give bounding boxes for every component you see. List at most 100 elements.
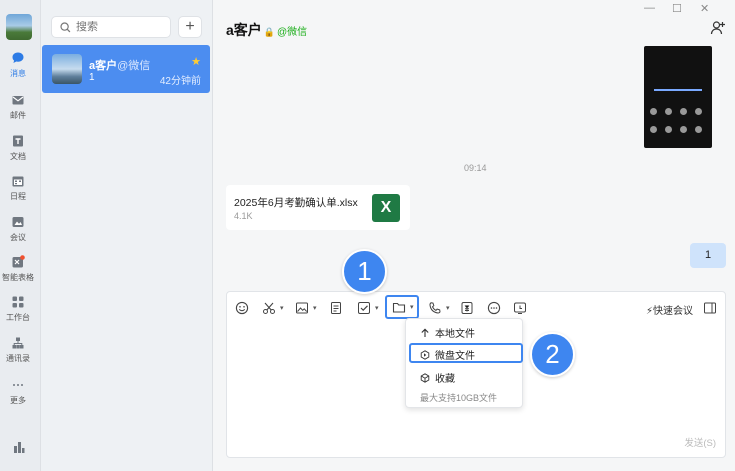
sent-message[interactable]: 1 <box>690 243 726 268</box>
image-message[interactable] <box>644 46 712 148</box>
smart-table-icon <box>12 255 25 268</box>
phone-icon[interactable] <box>428 301 444 317</box>
file-size: 4.1K <box>234 211 253 221</box>
quick-meeting-button[interactable]: ⚡快速会议 <box>646 302 693 317</box>
rail-item-label: 消息 <box>10 69 26 78</box>
rail-item-meeting[interactable]: 会议 <box>0 215 36 243</box>
rail-item-label: 通讯录 <box>6 354 30 363</box>
schedule-message-icon[interactable] <box>513 301 529 317</box>
image-slider-bar <box>654 89 702 91</box>
image-dot <box>695 126 702 133</box>
lock-icon: 🔒 <box>263 27 276 37</box>
cloud-drive-icon <box>420 350 430 360</box>
step-badge-2: 2 <box>530 332 575 377</box>
menu-item-weipan-file[interactable]: 微盘文件 <box>420 347 475 362</box>
folder-icon[interactable] <box>392 300 408 316</box>
document-icon[interactable] <box>329 301 345 317</box>
stats-icon[interactable] <box>12 440 26 454</box>
excel-file-icon: X <box>372 194 400 222</box>
chat-header: a客户 🔒 @微信 <box>226 20 307 40</box>
conversation-list: + a客户@微信 1 42分钟前 ★ <box>41 0 213 471</box>
step-badge-1: 1 <box>342 249 387 294</box>
lightning-icon: ⚡ <box>645 306 653 317</box>
rail-item-mail[interactable]: 邮件 <box>0 93 36 121</box>
phone-dropdown-caret[interactable]: ▾ <box>446 304 450 312</box>
file-dropdown-menu: 本地文件 微盘文件 收藏 最大支持10GB文件 <box>405 318 523 408</box>
rail-item-label: 更多 <box>10 396 26 405</box>
calendar-icon <box>12 176 24 187</box>
chat-icon <box>12 52 24 63</box>
add-member-icon[interactable] <box>710 20 726 36</box>
chat-title: a客户 <box>226 22 262 38</box>
rail-item-messages[interactable]: 消息 <box>0 51 36 79</box>
upload-arrow-icon <box>421 328 429 337</box>
image-dot <box>680 126 687 133</box>
contact-avatar <box>52 54 82 84</box>
window-maximize-button[interactable]: ☐ <box>672 2 682 15</box>
image-dot <box>665 126 672 133</box>
user-avatar[interactable] <box>6 14 32 40</box>
workbench-icon <box>12 296 24 308</box>
conversation-item-a-client[interactable]: a客户@微信 1 42分钟前 ★ <box>42 45 210 93</box>
rail-item-calendar[interactable]: 日程 <box>0 174 36 202</box>
emoji-icon[interactable] <box>235 301 251 317</box>
meeting-icon <box>12 217 24 227</box>
conversation-time: 42分钟前 <box>159 76 201 87</box>
chat-source: @微信 <box>277 27 308 38</box>
message-timestamp: 09:14 <box>464 163 487 173</box>
max-file-size-note: 最大支持10GB文件 <box>420 393 498 403</box>
image-icon[interactable] <box>295 301 311 317</box>
image-dot <box>695 108 702 115</box>
search-input[interactable] <box>76 21 166 33</box>
more-icon <box>13 384 23 386</box>
image-dot <box>665 108 672 115</box>
send-button[interactable]: 发送(S) <box>684 435 716 449</box>
menu-item-label: 本地文件 <box>435 329 475 340</box>
rail-item-label: 会议 <box>10 233 26 242</box>
left-rail: 消息 邮件 文档 日程 会议 智能表格 工作台 通讯录 更多 <box>0 0 41 471</box>
menu-item-favorites[interactable]: 收藏 <box>420 370 455 385</box>
rail-item-workbench[interactable]: 工作台 <box>0 295 36 323</box>
rail-item-contacts[interactable]: 通讯录 <box>0 336 36 364</box>
favorite-box-icon <box>420 373 430 383</box>
menu-item-label: 微盘文件 <box>435 351 475 362</box>
image-dropdown-caret[interactable]: ▾ <box>313 304 317 312</box>
file-message[interactable]: 2025年6月考勤确认单.xlsx 4.1K X <box>226 185 410 230</box>
rail-item-label: 智能表格 <box>2 273 34 282</box>
quick-meeting-label: 快速会议 <box>653 306 693 317</box>
mail-icon <box>12 96 24 105</box>
rail-item-label: 邮件 <box>10 111 26 120</box>
star-icon: ★ <box>191 56 201 68</box>
search-box[interactable] <box>51 16 171 38</box>
window-close-button[interactable]: ✕ <box>700 2 709 15</box>
screenshot-scissors-icon[interactable] <box>262 301 278 317</box>
rail-item-label: 日程 <box>10 192 26 201</box>
menu-item-label: 收藏 <box>435 374 455 385</box>
todo-dropdown-caret[interactable]: ▾ <box>375 304 379 312</box>
red-packet-yuan-icon[interactable] <box>460 301 476 317</box>
rail-item-smart-table[interactable]: 智能表格 <box>0 255 36 283</box>
rail-item-docs[interactable]: 文档 <box>0 134 36 162</box>
file-button-highlight[interactable]: ▾ <box>385 295 419 319</box>
conversation-last-message: 1 <box>89 72 95 83</box>
image-dot <box>650 108 657 115</box>
contacts-icon <box>12 337 24 349</box>
conversation-source: @微信 <box>117 60 151 72</box>
side-panel-icon[interactable] <box>703 301 717 315</box>
window-minimize-button[interactable]: — <box>644 2 655 14</box>
more-options-icon[interactable] <box>487 301 503 317</box>
image-dot <box>650 126 657 133</box>
conversation-name-text: a客户 <box>89 60 118 72</box>
add-button[interactable]: + <box>178 16 202 38</box>
doc-icon <box>13 135 23 147</box>
file-name: 2025年6月考勤确认单.xlsx <box>234 197 358 209</box>
menu-item-local-file[interactable]: 本地文件 <box>420 325 475 340</box>
rail-item-label: 工作台 <box>6 313 30 322</box>
todo-check-icon[interactable] <box>357 301 373 317</box>
rail-item-more[interactable]: 更多 <box>0 378 36 406</box>
rail-item-label: 文档 <box>10 152 26 161</box>
search-icon <box>60 21 71 32</box>
conversation-name: a客户@微信 <box>89 57 150 73</box>
screenshot-dropdown-caret[interactable]: ▾ <box>280 304 284 312</box>
file-dropdown-caret[interactable]: ▾ <box>410 303 414 311</box>
